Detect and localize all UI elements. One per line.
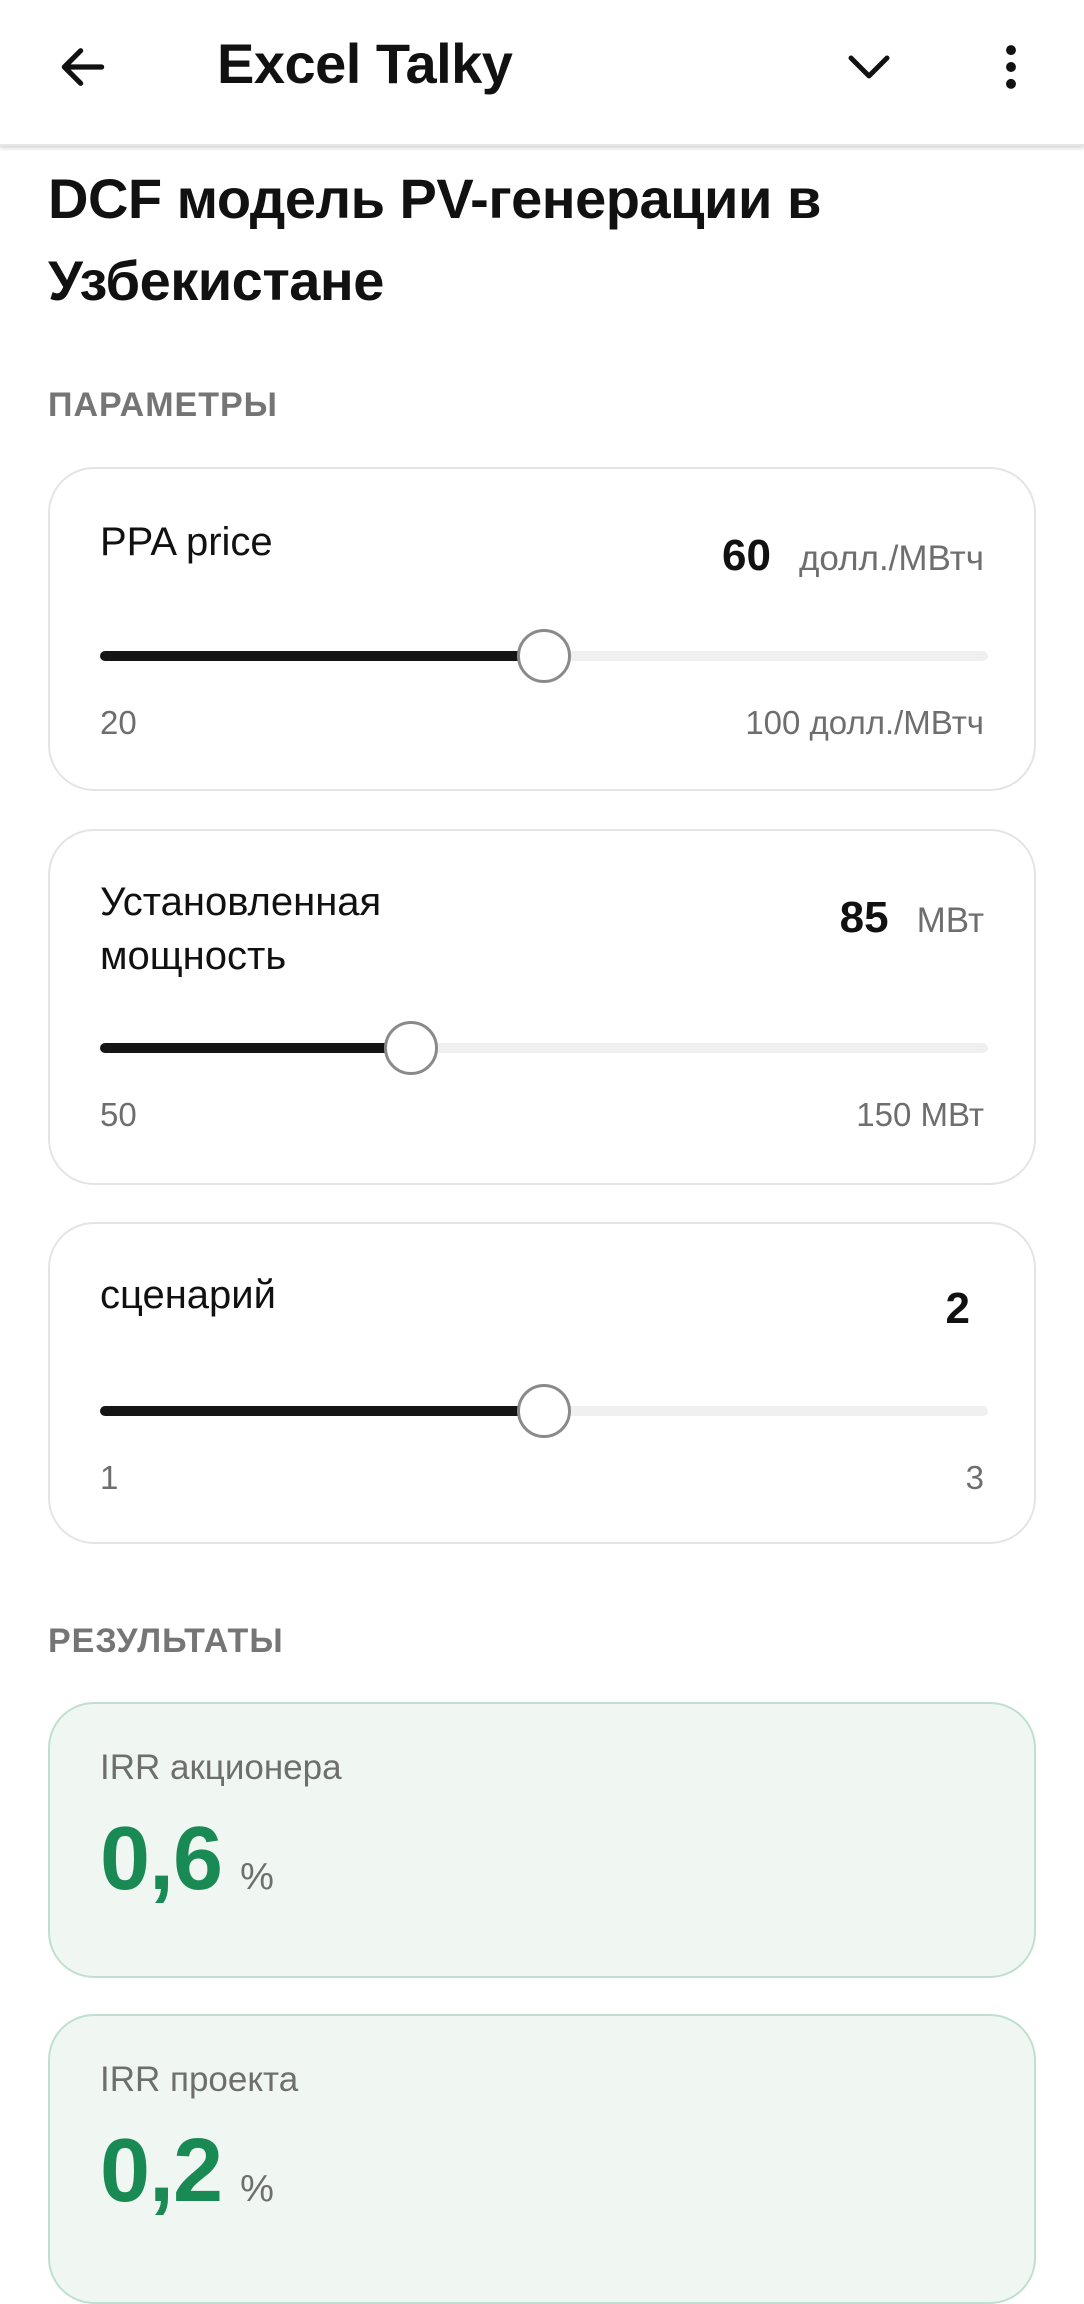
slider-min-label: 1 [100,1459,119,1496]
slider-min-label: 50 [100,1096,137,1133]
result-value-number: 0,2 [100,2121,223,2221]
parameters-section-label: ПАРАМЕТРЫ [48,386,278,424]
result-value: 0,2 % [100,2116,274,2226]
param-value: 2 [946,1282,984,1336]
ppa-price-slider[interactable] [100,629,988,683]
slider-fill [100,651,544,661]
installed-capacity-slider[interactable] [100,1021,988,1075]
param-value: 60 долл./МВтч [722,529,984,586]
slider-max-label: 150 МВт [856,1096,984,1133]
result-value: 0,6 % [100,1804,274,1914]
param-name: PPA price [100,520,273,564]
results-section-label: РЕЗУЛЬТАТЫ [48,1622,284,1660]
app-title: Excel Talky [217,32,513,95]
slider-thumb[interactable] [517,1384,571,1438]
param-value-unit: долл./МВтч [798,539,984,578]
back-button[interactable] [40,24,126,110]
dropdown-button[interactable] [826,24,912,110]
result-card-project-irr: IRR проекта 0,2 % [48,2014,1036,2304]
param-name: сценарий [100,1273,276,1317]
more-vertical-icon [1006,45,1016,89]
slider-fill [100,1043,411,1053]
more-options-button[interactable] [968,24,1054,110]
param-value-number: 85 [839,893,889,942]
slider-thumb[interactable] [383,1021,438,1075]
param-name: Установленная мощность [100,880,382,978]
param-value-number: 2 [945,1284,970,1333]
slider-min-label: 20 [100,704,137,741]
result-value-unit: % [240,1856,274,1898]
result-label: IRR проекта [100,2060,299,2099]
slider-max-label: 100 долл./МВтч [745,704,984,741]
result-card-equity-irr: IRR акционера 0,6 % [48,1702,1036,1978]
scenario-slider[interactable] [100,1384,988,1438]
result-value-number: 0,6 [100,1809,223,1909]
slider-thumb[interactable] [517,629,571,683]
param-value-number: 60 [722,531,771,580]
param-value-unit: МВт [916,901,984,940]
arrow-left-icon [61,48,105,86]
page-title: DCF модель PV-генерации в Узбекистане [48,167,821,312]
chevron-down-icon [848,55,890,79]
param-value: 85 МВт [840,891,984,948]
slider-max-label: 3 [965,1459,984,1496]
param-card-ppa-price: PPA price 60 долл./МВтч 20 100 долл./МВт… [48,467,1036,791]
result-value-unit: % [240,2168,274,2210]
slider-fill [100,1406,544,1416]
param-card-scenario: сценарий 2 1 3 [48,1222,1036,1544]
result-label: IRR акционера [100,1748,342,1787]
app-bar: Excel Talky [0,0,1084,146]
param-card-installed-capacity: Установленная мощность 85 МВт 50 150 МВт [48,829,1036,1185]
